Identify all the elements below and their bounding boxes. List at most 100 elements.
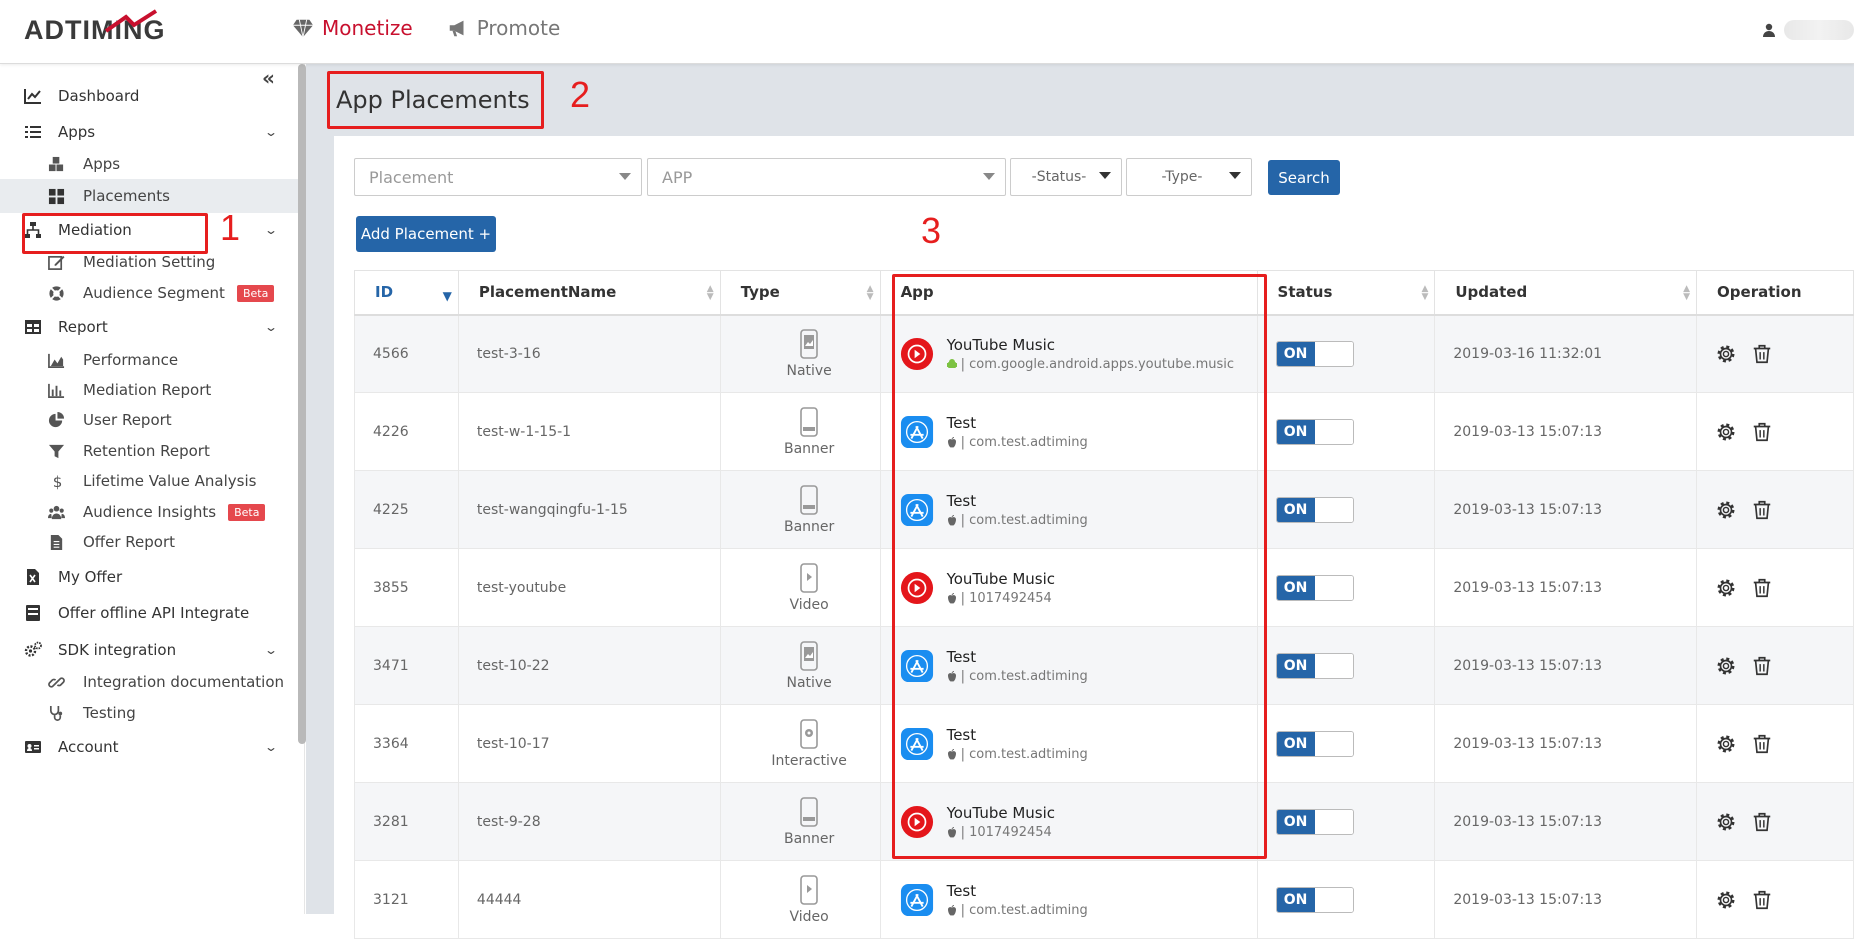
settings-gear-icon[interactable] [1715,733,1737,755]
cell-type: Banner [719,782,881,861]
status-toggle[interactable]: ON [1275,418,1354,445]
table-row[interactable]: 3121 44444 Video Test | com.test.adtiming ON 2… [354,860,1854,939]
annotation-label-2: 2 [570,74,591,115]
sidebar-item-testing[interactable]: Testing [0,696,298,730]
chevron-down-icon[interactable]: ⌄ [264,125,278,139]
sidebar-item-label: Retention Report [83,442,210,460]
trash-icon[interactable] [1751,655,1773,677]
beta-badge: Beta [228,503,266,521]
placement-type-video-icon [798,874,820,909]
nav-monetize[interactable]: Monetize [292,16,413,40]
settings-gear-icon[interactable] [1715,343,1737,365]
annotation-box-3 [892,274,1267,859]
sidebar-item-placements[interactable]: Placements [0,179,298,213]
placement-type-banner-icon [798,406,820,441]
sidebar-item-offer-offline-api-integrate[interactable]: Offer offline API Integrate [0,595,298,631]
sidebar-item-apps[interactable]: Apps [0,147,298,181]
sidebar-item-label: User Report [83,411,172,429]
toggle-on-label: ON [1276,575,1315,600]
settings-gear-icon[interactable] [1715,421,1737,443]
placement-select[interactable]: Placement [354,158,642,196]
sidebar-item-integration-documentation[interactable]: Integration documentation [0,665,298,699]
sidebar-item-apps[interactable]: Apps ⌄ [0,114,298,150]
cell-id: 3855 [354,548,459,627]
cell-id: 4226 [354,392,459,471]
app-select[interactable]: APP [647,158,1006,196]
sidebar-item-sdk-integration[interactable]: SDK integration ⌄ [0,632,298,668]
status-toggle[interactable]: ON [1275,652,1354,679]
settings-gear-icon[interactable] [1715,499,1737,521]
trash-icon[interactable] [1751,733,1773,755]
settings-gear-icon[interactable] [1715,655,1737,677]
sidebar-item-performance[interactable]: Performance [0,343,298,377]
toggle-on-label: ON [1276,731,1315,756]
search-button[interactable]: Search [1268,160,1340,195]
col-status[interactable]: Status ▲ ▼ [1256,270,1436,316]
placement-type-native-icon [798,640,820,675]
diamond-icon [292,19,314,38]
status-toggle[interactable]: ON [1275,496,1354,523]
collapse-sidebar-icon[interactable]: « [262,66,275,90]
trash-icon[interactable] [1751,421,1773,443]
nav-promote[interactable]: Promote [447,16,560,40]
sidebar-item-audience-segment[interactable]: Audience Segment Beta [0,276,298,310]
cell-type: Native [719,626,881,705]
sidebar-scrollbar[interactable] [298,64,306,744]
cell-updated: 2019-03-13 15:07:13 [1434,470,1698,549]
cell-operation [1696,392,1854,471]
status-toggle[interactable]: ON [1275,340,1354,367]
type-label: Native [786,674,832,691]
trash-icon[interactable] [1751,499,1773,521]
sidebar-item-mediation-report[interactable]: Mediation Report [0,373,298,407]
settings-gear-icon[interactable] [1715,577,1737,599]
settings-gear-icon[interactable] [1715,811,1737,833]
cell-operation [1696,782,1854,861]
trash-icon[interactable] [1751,889,1773,911]
annotation-box-2 [327,71,544,129]
col-type[interactable]: Type ▲ ▼ [719,270,881,316]
sidebar-item-audience-insights[interactable]: Audience Insights Beta [0,495,298,529]
col-updated[interactable]: Updated ▲ ▼ [1434,270,1698,316]
sidebar-item-account[interactable]: Account ⌄ [0,729,298,765]
sidebar-item-label: Testing [83,704,136,722]
sidebar-item-dashboard[interactable]: Dashboard [0,78,298,114]
sidebar-item-label: Placements [83,187,170,205]
chevron-down-icon[interactable]: ⌄ [264,320,278,334]
file-icon [45,531,67,553]
logo[interactable]: ADTIMING [24,9,165,46]
cell-placement-name: test-w-1-15-1 [457,392,721,471]
status-toggle[interactable]: ON [1275,886,1354,913]
col-id[interactable]: ID ▼ [354,270,459,316]
status-select[interactable]: -Status- [1010,158,1122,196]
chevron-down-icon[interactable]: ⌄ [264,740,278,754]
user-menu[interactable] [1762,20,1854,40]
trash-icon[interactable] [1751,343,1773,365]
sidebar-item-lifetime-value-analysis[interactable]: $ Lifetime Value Analysis [0,464,298,498]
chevron-down-icon[interactable]: ⌄ [264,223,278,237]
sidebar-item-offer-report[interactable]: Offer Report [0,525,298,559]
status-toggle[interactable]: ON [1275,808,1354,835]
type-select[interactable]: -Type- [1126,158,1252,196]
trash-icon[interactable] [1751,811,1773,833]
toggle-on-label: ON [1276,341,1315,366]
status-toggle[interactable]: ON [1275,730,1354,757]
sidebar-item-retention-report[interactable]: Retention Report [0,434,298,468]
trash-icon[interactable] [1751,577,1773,599]
sidebar-item-label: Apps [58,123,96,141]
sidebar-item-my-offer[interactable]: My Offer [0,559,298,595]
sort-icon: ▲ ▼ [1421,284,1429,302]
sidebar-item-report[interactable]: Report ⌄ [0,309,298,345]
add-placement-button[interactable]: Add Placement + [356,216,496,252]
toggle-on-label: ON [1276,887,1315,912]
status-toggle[interactable]: ON [1275,574,1354,601]
sidebar-item-user-report[interactable]: User Report [0,403,298,437]
toggle-on-label: ON [1276,653,1315,678]
users-icon [45,501,67,523]
cell-status: ON [1256,704,1436,783]
settings-gear-icon[interactable] [1715,889,1737,911]
col-placementname[interactable]: PlacementName ▲ ▼ [457,270,721,316]
cell-id: 3471 [354,626,459,705]
chevron-down-icon [619,173,631,180]
chevron-down-icon[interactable]: ⌄ [264,643,278,657]
cell-placement-name: test-10-22 [457,626,721,705]
